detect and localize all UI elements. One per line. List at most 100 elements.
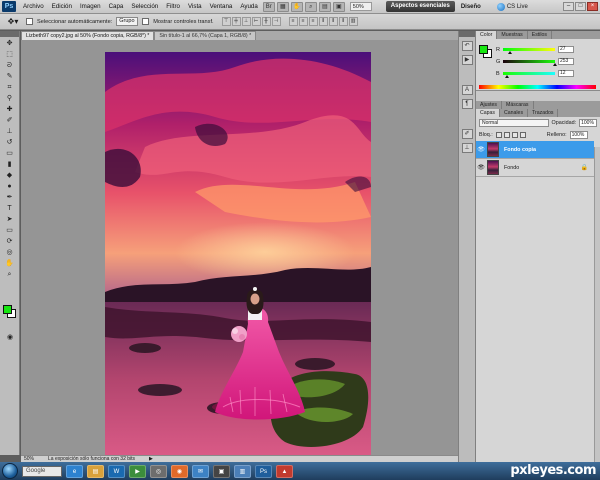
lock-all-icon[interactable] (519, 132, 526, 138)
crop-tool-icon[interactable]: ⌗ (3, 83, 17, 92)
move-tool-preset-icon[interactable]: ✥▾ (4, 16, 22, 27)
zoom-view-icon[interactable]: ⌕ (304, 1, 317, 12)
hand-view-icon[interactable]: ✋ (290, 1, 303, 12)
internet-explorer-icon[interactable]: e (66, 464, 83, 478)
lock-pixels-icon[interactable] (503, 132, 510, 138)
foreground-color-swatch[interactable] (3, 305, 12, 314)
tools-panel-header[interactable] (0, 31, 19, 37)
screen-mode-icon[interactable]: ▣ (332, 1, 345, 12)
brush-tool-icon[interactable]: ✐ (3, 116, 17, 125)
clone-source-panel-icon[interactable]: ⊥ (461, 143, 473, 153)
tab-styles[interactable]: Estilos (528, 31, 553, 39)
green-slider-knob[interactable] (553, 63, 557, 66)
canvas-area[interactable] (21, 40, 458, 455)
tab-color[interactable]: Color (476, 31, 498, 39)
menu-imagen[interactable]: Imagen (76, 3, 105, 10)
auto-select-dropdown[interactable]: Grupo (116, 17, 139, 26)
color-panel-foreground-swatch[interactable] (479, 45, 488, 54)
gradient-tool-icon[interactable]: ▮ (3, 160, 17, 169)
pen-tool-icon[interactable]: ✒ (3, 193, 17, 202)
strip-header[interactable] (459, 31, 475, 37)
bridge-icon[interactable]: Br (262, 1, 275, 12)
layer-name[interactable]: Fondo copia (504, 147, 536, 153)
red-slider-knob[interactable] (508, 51, 512, 54)
eraser-tool-icon[interactable]: ▭ (3, 149, 17, 158)
menu-archivo[interactable]: Archivo (19, 3, 48, 10)
align-right-icon[interactable]: ⊣ (271, 17, 281, 26)
layers-scrollbar[interactable] (594, 147, 600, 478)
menu-seleccion[interactable]: Selección (127, 3, 162, 10)
tab-channels[interactable]: Canales (500, 109, 529, 117)
history-brush-tool-icon[interactable]: ↺ (3, 138, 17, 147)
canvas-photo[interactable] (105, 52, 371, 455)
app-icon[interactable]: ✉ (192, 464, 209, 478)
app-icon[interactable]: ▣ (213, 464, 230, 478)
blur-tool-icon[interactable]: ◆ (3, 171, 17, 180)
menu-filtro[interactable]: Filtro (162, 3, 184, 10)
distribute-right-icon[interactable]: ⦀ (338, 17, 348, 26)
distribute-bottom-icon[interactable]: ≡ (308, 17, 318, 26)
history-panel-icon[interactable]: ↶ (461, 41, 473, 51)
lock-position-icon[interactable] (511, 132, 518, 138)
align-center-icon[interactable]: ╫ (261, 17, 271, 26)
blend-mode-dropdown[interactable]: Normal (479, 119, 549, 127)
distribute-left-icon[interactable]: ⦀ (318, 17, 328, 26)
close-button[interactable]: × (587, 2, 598, 11)
actions-panel-icon[interactable]: ▶ (461, 55, 473, 65)
cs-live-button[interactable]: CS Live (496, 2, 528, 11)
show-transform-checkbox[interactable] (142, 18, 150, 25)
firefox-icon[interactable]: ◉ (171, 464, 188, 478)
character-panel-icon[interactable]: A (461, 85, 473, 95)
arrange-documents-icon[interactable]: ▤ (318, 1, 331, 12)
workspace-design-button[interactable]: Diseño (461, 4, 481, 10)
move-tool-icon[interactable]: ✥ (3, 39, 17, 48)
tab-swatches[interactable]: Muestras (497, 31, 528, 39)
maximize-button[interactable]: □ (575, 2, 586, 11)
media-player-icon[interactable]: ▶ (129, 464, 146, 478)
color-spectrum-bar[interactable] (479, 85, 596, 89)
distribute-center-icon[interactable]: ⦀ (328, 17, 338, 26)
brush-panel-icon[interactable]: ✐ (461, 129, 473, 139)
photoshop-taskbar-icon[interactable]: Ps (255, 464, 272, 478)
lasso-tool-icon[interactable]: ᘐ (3, 61, 17, 70)
healing-brush-tool-icon[interactable]: ✚ (3, 105, 17, 114)
tab-layers[interactable]: Capas (476, 109, 500, 117)
green-value-input[interactable]: 253 (558, 58, 574, 65)
menu-ayuda[interactable]: Ayuda (236, 3, 261, 10)
app-icon[interactable]: ◎ (150, 464, 167, 478)
app-icon[interactable]: ▥ (234, 464, 251, 478)
distribute-top-icon[interactable]: ≡ (288, 17, 298, 26)
dodge-tool-icon[interactable]: ● (3, 182, 17, 191)
layer-row[interactable]: 👁 Fondo 🔒 (476, 159, 594, 177)
red-slider[interactable] (503, 48, 555, 54)
auto-align-icon[interactable]: ▥ (348, 17, 358, 26)
3d-rotate-tool-icon[interactable]: ⟳ (3, 237, 17, 246)
app-icon[interactable]: ▲ (276, 464, 293, 478)
marquee-tool-icon[interactable]: ⬚ (3, 50, 17, 59)
hand-tool-icon[interactable]: ✋ (3, 259, 17, 268)
visibility-eye-icon[interactable]: 👁 (476, 146, 486, 153)
menu-capa[interactable]: Capa (105, 3, 128, 10)
menu-ventana[interactable]: Ventana (206, 3, 237, 10)
paragraph-panel-icon[interactable]: ¶ (461, 99, 473, 109)
menu-vista[interactable]: Vista (184, 3, 206, 10)
quick-select-tool-icon[interactable]: ✎ (3, 72, 17, 81)
minimize-button[interactable]: – (563, 2, 574, 11)
blue-value-input[interactable]: 12 (558, 70, 574, 77)
file-explorer-icon[interactable]: ▤ (87, 464, 104, 478)
eyedropper-tool-icon[interactable]: ⚲ (3, 94, 17, 103)
clone-stamp-tool-icon[interactable]: ⊥ (3, 127, 17, 136)
auto-select-checkbox[interactable] (26, 18, 33, 25)
tab-document-lizbeth[interactable]: Lizbeth97 copy2.jpg al 50% (Fondo copia,… (21, 31, 155, 40)
red-value-input[interactable]: 27 (558, 46, 574, 53)
3d-orbit-tool-icon[interactable]: ◎ (3, 248, 17, 257)
tab-document-sin-titulo[interactable]: Sin título-1 al 66,7% (Capa 1, RGB/8) * (154, 31, 257, 40)
minibridge-icon[interactable]: ▦ (276, 1, 289, 12)
opacity-input[interactable]: 100% (579, 119, 597, 127)
path-selection-tool-icon[interactable]: ➤ (3, 215, 17, 224)
align-top-icon[interactable]: ⊤ (221, 17, 231, 26)
layer-name[interactable]: Fondo (504, 165, 519, 171)
start-button[interactable] (2, 463, 18, 479)
distribute-middle-icon[interactable]: ≡ (298, 17, 308, 26)
quick-mask-icon[interactable]: ◉ (3, 333, 17, 342)
